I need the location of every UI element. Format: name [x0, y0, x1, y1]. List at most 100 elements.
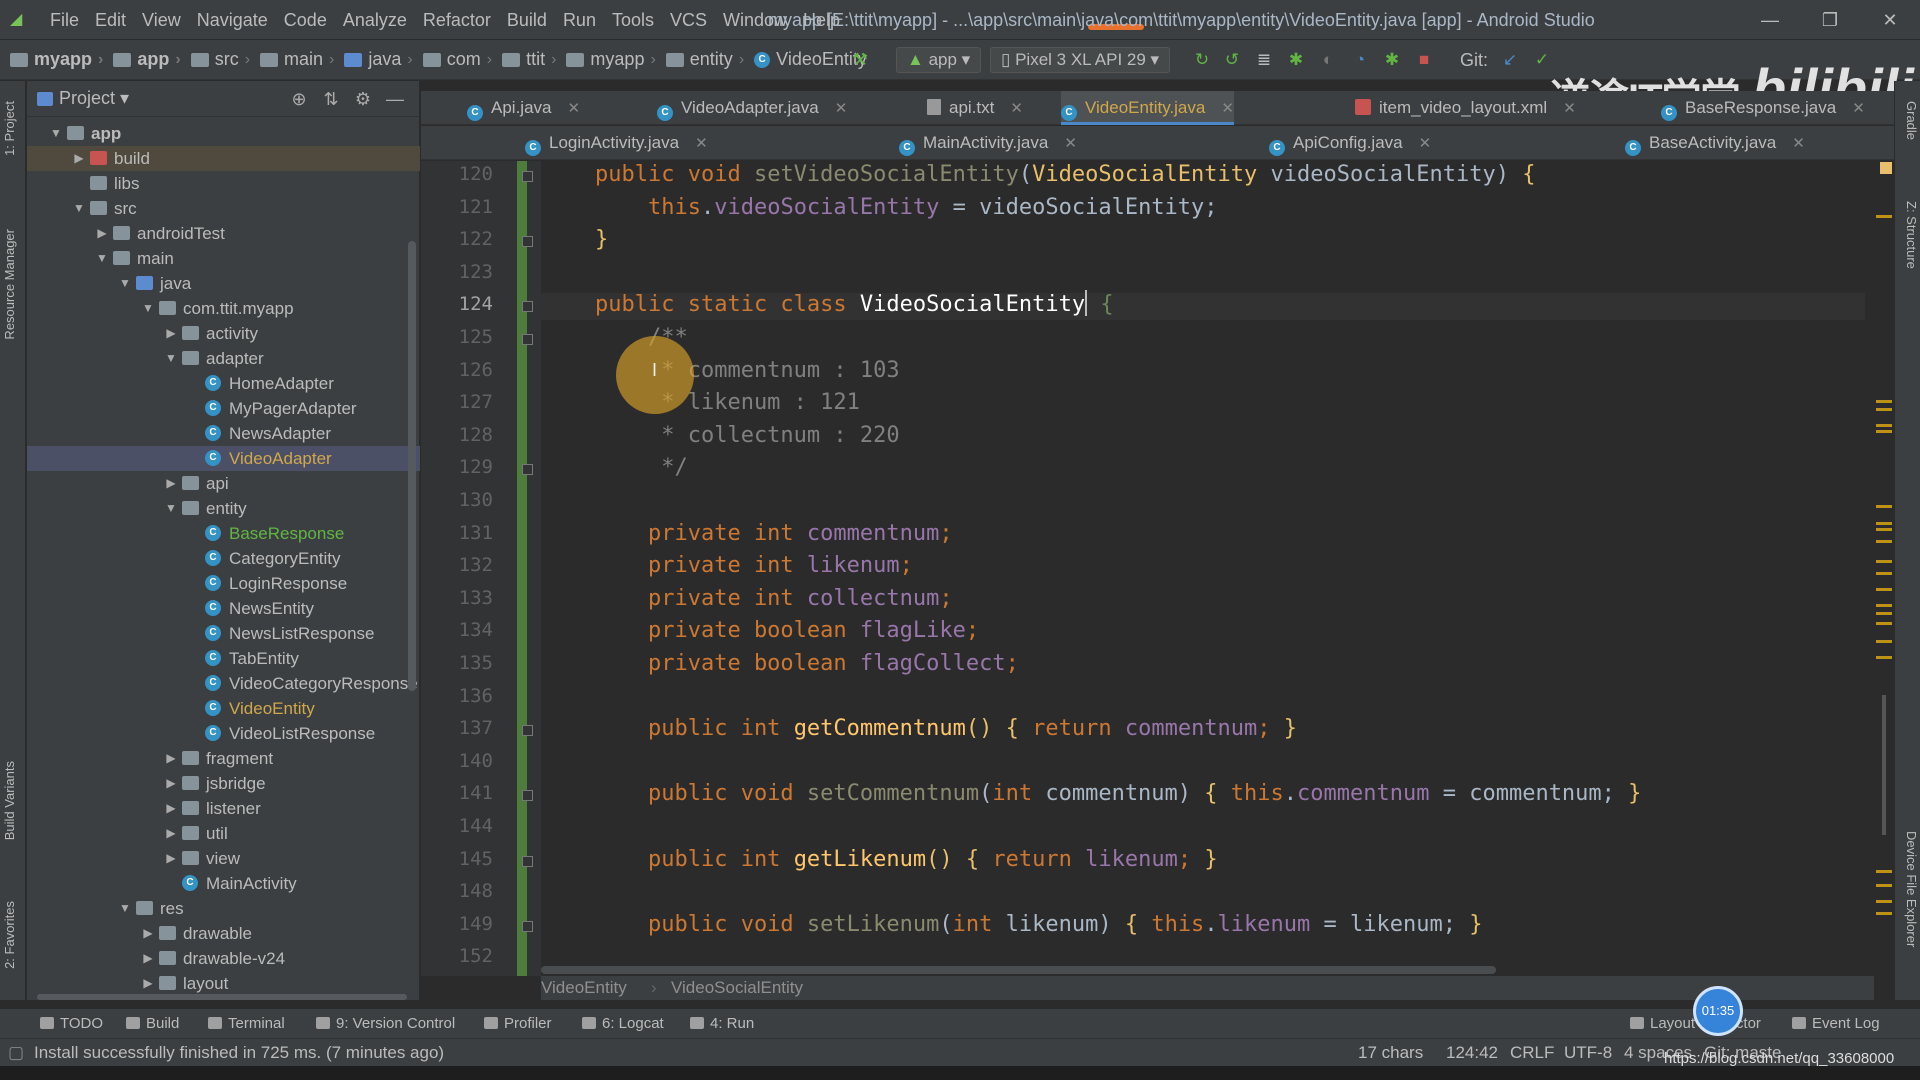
tool-tab-structure[interactable]: Z: Structure — [1899, 201, 1919, 269]
tool-tab-gradle[interactable]: Gradle — [1899, 101, 1919, 140]
profile-icon[interactable]: ◔ — [1350, 50, 1370, 70]
menu-analyze[interactable]: Analyze — [335, 0, 415, 40]
tree-item-videocategoryresponse[interactable]: C VideoCategoryResponse — [27, 671, 420, 696]
chevron-down-icon[interactable]: ▼ — [118, 271, 132, 296]
warning-stripe-marker[interactable] — [1876, 870, 1892, 873]
editor-vscrollbar[interactable] — [1882, 695, 1886, 835]
warning-stripe-marker[interactable] — [1876, 612, 1892, 615]
tree-item-src[interactable]: ▼ src — [27, 196, 420, 221]
close-icon[interactable]: ✕ — [1010, 100, 1023, 117]
git-update-icon[interactable]: ↙ — [1500, 50, 1520, 70]
attach-debugger-icon[interactable]: ✱ — [1382, 50, 1402, 70]
tree-item-entity[interactable]: ▼ entity — [27, 496, 420, 521]
project-view-select[interactable]: Project ▾ — [59, 88, 129, 109]
warning-stripe-marker[interactable] — [1876, 884, 1892, 887]
fold-marker-icon[interactable] — [522, 920, 533, 932]
nav-crumb-java[interactable]: java › — [334, 49, 413, 70]
fold-marker-icon[interactable] — [522, 464, 533, 476]
tree-item-util[interactable]: ▶ util — [27, 821, 420, 846]
fold-marker-icon[interactable] — [522, 334, 533, 345]
tool-version-control[interactable]: 9: Version Control — [316, 1009, 455, 1039]
chevron-down-icon[interactable]: ▼ — [49, 121, 63, 146]
tree-item-tabentity[interactable]: C TabEntity — [27, 646, 420, 671]
close-icon[interactable]: ✕ — [1419, 135, 1432, 152]
tree-item-newsadapter[interactable]: C NewsAdapter — [27, 421, 420, 446]
menu-navigate[interactable]: Navigate — [189, 0, 276, 40]
locate-icon[interactable]: ⊕ — [283, 81, 315, 117]
inspection-status-icon[interactable] — [1880, 162, 1892, 174]
chevron-down-icon[interactable]: ▼ — [118, 896, 132, 921]
status-toggle-icon[interactable]: ▢ — [8, 1039, 24, 1067]
tree-item-java[interactable]: ▼ java — [27, 271, 420, 296]
close-button[interactable]: ✕ — [1860, 0, 1920, 40]
warning-stripe-marker[interactable] — [1876, 604, 1892, 607]
warning-stripe-marker[interactable] — [1876, 408, 1892, 411]
chevron-right-icon[interactable]: ▶ — [141, 921, 155, 946]
warning-stripe-marker[interactable] — [1876, 588, 1892, 591]
tree-item-libs[interactable]: libs — [27, 171, 420, 196]
tree-item-androidtest[interactable]: ▶ androidTest — [27, 221, 420, 246]
tab-item-video-layout-xml[interactable]: item_video_layout.xml ✕ — [1355, 91, 1576, 125]
chevron-right-icon[interactable]: ▶ — [164, 321, 178, 346]
tree-item-main[interactable]: ▼ main — [27, 246, 420, 271]
tool-tab-device-file-explorer[interactable]: Device File Explorer — [1899, 831, 1919, 947]
tab-baseresponse-java[interactable]: C BaseResponse.java ✕ — [1661, 91, 1865, 125]
close-icon[interactable]: ✕ — [1852, 100, 1865, 117]
device-select[interactable]: ▯ Pixel 3 XL API 29 ▾ — [990, 47, 1171, 73]
debug-icon[interactable]: ✱ — [1286, 50, 1306, 70]
chevron-down-icon[interactable]: ▼ — [141, 296, 155, 321]
tree-item-fragment[interactable]: ▶ fragment — [27, 746, 420, 771]
tree-item-api[interactable]: ▶ api — [27, 471, 420, 496]
warning-stripe-marker[interactable] — [1876, 505, 1892, 508]
chevron-right-icon[interactable]: ▶ — [95, 221, 109, 246]
menu-file[interactable]: File — [42, 0, 87, 40]
close-icon[interactable]: ✕ — [1221, 100, 1234, 117]
breadcrumb-class[interactable]: VideoEntity — [541, 976, 627, 1000]
minimize-button[interactable]: — — [1740, 0, 1800, 40]
warning-stripe-marker[interactable] — [1876, 622, 1892, 625]
close-icon[interactable]: ✕ — [835, 100, 848, 117]
menu-edit[interactable]: Edit — [87, 0, 134, 40]
close-icon[interactable]: ✕ — [567, 100, 580, 117]
warning-stripe-marker[interactable] — [1876, 400, 1892, 403]
tool-todo[interactable]: TODO — [40, 1009, 103, 1039]
warning-stripe-marker[interactable] — [1876, 640, 1892, 643]
nav-crumb-videoentity[interactable]: C VideoEntity — [744, 49, 867, 70]
warning-stripe-marker[interactable] — [1876, 430, 1892, 433]
apply-changes-icon[interactable]: ↻ — [1192, 50, 1212, 70]
chevron-right-icon[interactable]: ▶ — [164, 821, 178, 846]
stop-icon[interactable]: ■ — [1414, 50, 1434, 70]
tree-item-drawable[interactable]: ▶ drawable — [27, 921, 420, 946]
nav-crumb-ttit[interactable]: ttit › — [492, 49, 556, 70]
nav-crumb-main[interactable]: main › — [250, 49, 334, 70]
chevron-down-icon[interactable]: ▼ — [72, 196, 86, 221]
tree-item-view[interactable]: ▶ view — [27, 846, 420, 871]
warning-stripe-marker[interactable] — [1876, 572, 1892, 575]
chevron-down-icon[interactable]: ▼ — [95, 246, 109, 271]
tree-item-app[interactable]: ▼ app — [27, 121, 420, 146]
warning-stripe-marker[interactable] — [1876, 215, 1892, 218]
tree-item-com-ttit-myapp[interactable]: ▼ com.ttit.myapp — [27, 296, 420, 321]
sync-icon[interactable]: ≣ — [1254, 50, 1274, 70]
tree-item-loginresponse[interactable]: C LoginResponse — [27, 571, 420, 596]
code-editor[interactable]: public void setVideoSocialEntity(VideoSo… — [541, 161, 1865, 976]
chevron-right-icon[interactable]: ▶ — [164, 746, 178, 771]
chevron-right-icon[interactable]: ▶ — [164, 471, 178, 496]
breadcrumb-inner-class[interactable]: VideoSocialEntity — [671, 976, 803, 1000]
tab-videoadapter-java[interactable]: C VideoAdapter.java ✕ — [657, 91, 847, 125]
tree-item-categoryentity[interactable]: C CategoryEntity — [27, 546, 420, 571]
run-config-select[interactable]: ▲ app ▾ — [896, 47, 982, 73]
fold-marker-icon[interactable] — [522, 790, 533, 802]
warning-stripe-marker[interactable] — [1876, 900, 1892, 903]
tree-item-newslistresponse[interactable]: C NewsListResponse — [27, 621, 420, 646]
tab-baseactivity-java[interactable]: C BaseActivity.java ✕ — [1625, 126, 1805, 160]
tree-item-videolistresponse[interactable]: C VideoListResponse — [27, 721, 420, 746]
fold-marker-icon[interactable] — [522, 301, 533, 313]
tool-tab-build-variants[interactable]: Build Variants — [2, 761, 24, 840]
warning-stripe-marker[interactable] — [1876, 522, 1892, 525]
nav-crumb-myapp[interactable]: myapp › — [556, 49, 656, 70]
tree-item-activity[interactable]: ▶ activity — [27, 321, 420, 346]
warning-stripe-marker[interactable] — [1876, 560, 1892, 563]
chevron-right-icon[interactable]: ▶ — [164, 846, 178, 871]
menu-vcs[interactable]: VCS — [662, 0, 715, 40]
